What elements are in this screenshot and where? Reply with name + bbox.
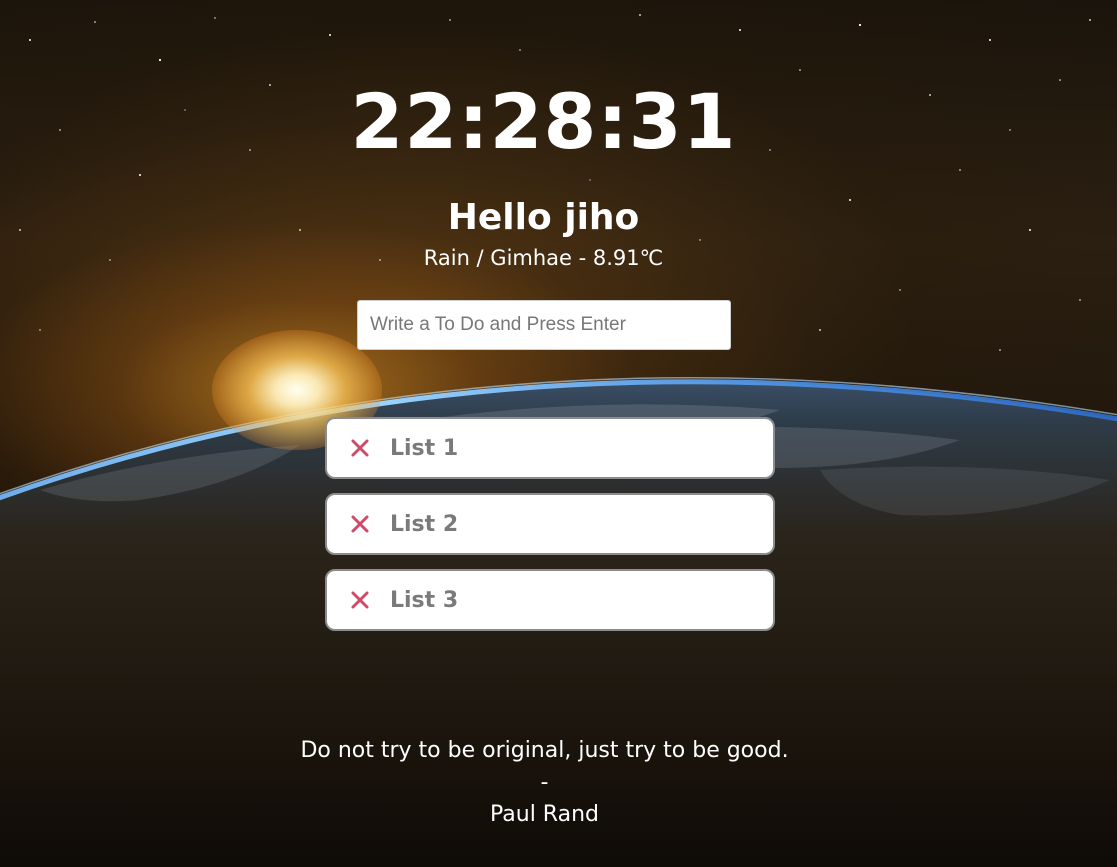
todo-input[interactable] (357, 300, 731, 350)
delete-todo-button[interactable] (347, 587, 373, 613)
clock-display: 22:28:31 (350, 77, 737, 166)
todo-item: List 2 (325, 493, 775, 555)
delete-todo-button[interactable] (347, 511, 373, 537)
todo-item-label: List 2 (390, 511, 459, 537)
quote-block: Do not try to be original, just try to b… (0, 735, 1089, 831)
todo-item-label: List 3 (390, 587, 459, 613)
close-icon (351, 439, 369, 457)
close-icon (351, 591, 369, 609)
weather-info: Rain / Gimhae - 8.91℃ (423, 246, 664, 270)
todo-item: List 3 (325, 569, 775, 631)
close-icon (351, 515, 369, 533)
greeting-title: Hello jiho (447, 197, 640, 238)
quote-text: Do not try to be original, just try to b… (300, 738, 789, 763)
todo-item: List 1 (325, 417, 775, 479)
delete-todo-button[interactable] (347, 435, 373, 461)
app-content: 22:28:31 Hello jiho Rain / Gimhae - 8.91… (0, 0, 1117, 867)
quote-separator: - (540, 770, 549, 795)
quote-author: Paul Rand (489, 802, 599, 827)
todo-list: List 1 List 2 List 3 (325, 417, 775, 645)
todo-item-label: List 1 (390, 435, 459, 461)
